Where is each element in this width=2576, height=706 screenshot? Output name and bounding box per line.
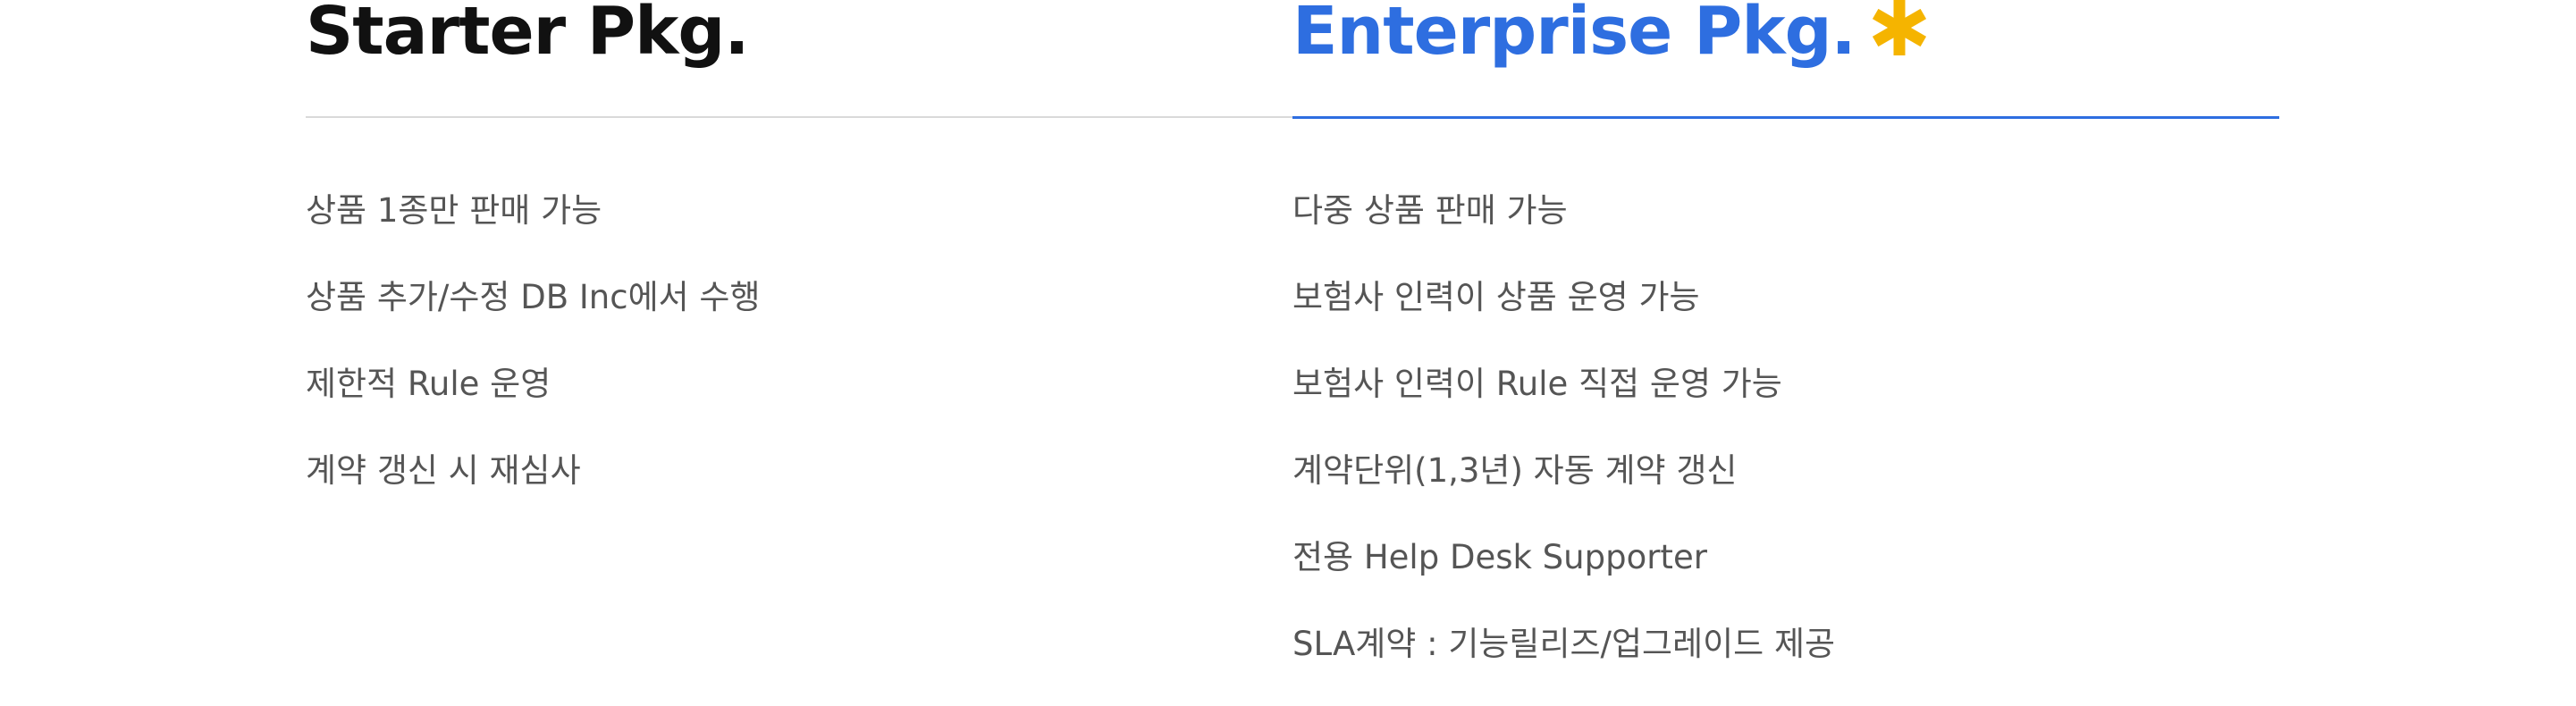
enterprise-feature-item: 다중 상품 판매 가능 (1292, 191, 1568, 230)
asterisk-icon (1870, 0, 1929, 70)
enterprise-package-header: Enterprise Pkg. (1292, 0, 2279, 66)
enterprise-feature-item: 계약단위(1,3년) 자동 계약 갱신 (1292, 451, 1738, 490)
starter-feature-item: 상품 추가/수정 DB Inc에서 수행 (306, 278, 761, 316)
enterprise-feature-list: 다중 상품 판매 가능 보험사 인력이 상품 운영 가능 보험사 인력이 Rul… (1292, 186, 1835, 706)
enterprise-feature-item: 전용 Help Desk Supporter (1292, 538, 1707, 576)
starter-feature-item: 상품 1종만 판매 가능 (306, 191, 602, 230)
starter-feature-item: 제한적 Rule 운영 (306, 365, 551, 403)
enterprise-feature-item: SLA계약 : 기능릴리즈/업그레이드 제공 (1292, 625, 1836, 663)
enterprise-feature-item: 보험사 인력이 상품 운영 가능 (1292, 278, 1700, 316)
starter-divider (306, 116, 1292, 118)
enterprise-package-column: Enterprise Pkg. 다중 상품 판매 가능 보험사 인력이 상품 운… (1292, 0, 2279, 663)
starter-feature-list: 상품 1종만 판매 가능 상품 추가/수정 DB Inc에서 수행 제한적 Ru… (306, 186, 761, 533)
enterprise-divider (1292, 116, 2279, 119)
enterprise-feature-item: 보험사 인력이 Rule 직접 운영 가능 (1292, 365, 1782, 403)
enterprise-package-title: Enterprise Pkg. (1292, 0, 1856, 70)
starter-package-title: Starter Pkg. (306, 0, 749, 70)
starter-feature-item: 계약 갱신 시 재심사 (306, 451, 581, 490)
starter-package-column: Starter Pkg. 상품 1종만 판매 가능 상품 추가/수정 DB In… (306, 0, 1292, 490)
